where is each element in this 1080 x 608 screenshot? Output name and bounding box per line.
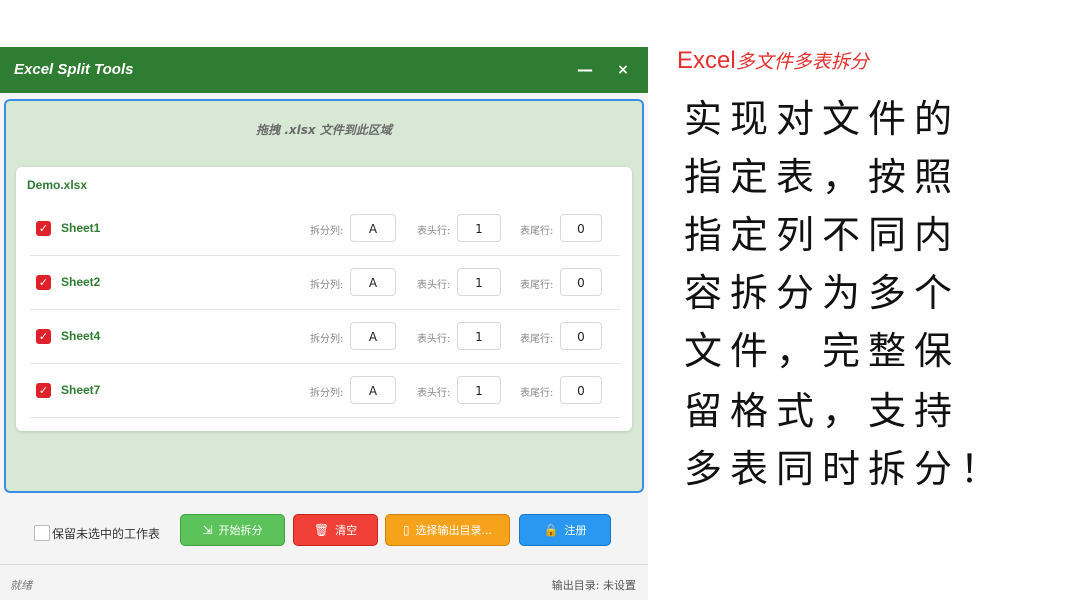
- footer-rows-input[interactable]: 0: [560, 322, 602, 350]
- sheet-name: Sheet7: [61, 383, 101, 397]
- split-col-label: 拆分列:: [310, 334, 344, 345]
- split-col-label: 拆分列:: [310, 226, 344, 237]
- keep-unselected-label[interactable]: 保留未选中的工作表: [52, 525, 160, 542]
- sheet-checkbox[interactable]: ✓: [36, 221, 51, 236]
- promo-title: Excel多文件多表拆分: [677, 47, 869, 75]
- trash-icon: 🗑: [313, 523, 330, 537]
- promo-line: 多表同时拆分！: [684, 447, 1007, 491]
- action-bar: 保留未选中的工作表 ⇲ 开始拆分 🗑 清空 ▯ 选择输出目录... 🔒 注册: [0, 497, 648, 561]
- sheet-checkbox[interactable]: ✓: [36, 275, 51, 290]
- keep-unselected-checkbox[interactable]: [34, 525, 50, 541]
- header-rows-label: 表头行:: [417, 280, 451, 291]
- promo-line: 实现对文件的: [684, 97, 961, 141]
- split-col-input[interactable]: A: [350, 376, 396, 404]
- promo-line: 容拆分为多个: [684, 271, 961, 315]
- footer-rows-label: 表尾行:: [520, 334, 554, 345]
- clear-button[interactable]: 🗑 清空: [293, 514, 378, 546]
- sheet-name: Sheet4: [61, 329, 101, 343]
- header-rows-label: 表头行:: [417, 226, 451, 237]
- promo-title-en: Excel: [677, 47, 736, 74]
- output-dir-status: 输出目录: 未设置: [551, 579, 636, 592]
- footer-rows-label: 表尾行:: [520, 226, 554, 237]
- promo-title-zh: 多文件多表拆分: [735, 51, 869, 73]
- register-button[interactable]: 🔒 注册: [519, 514, 611, 546]
- file-card: Demo.xlsx ✓ Sheet1 拆分列: A 表头行: 1 表尾行: 0 …: [16, 167, 632, 431]
- drop-zone[interactable]: 拖拽 .xlsx 文件到此区域 Demo.xlsx ✓ Sheet1 拆分列: …: [4, 99, 644, 493]
- promo-line: 指定表，按照: [684, 155, 961, 199]
- sheet-row: ✓ Sheet4 拆分列: A 表头行: 1 表尾行: 0: [30, 311, 620, 364]
- promo-line: 留格式，支持: [684, 389, 961, 433]
- sheet-row: ✓ Sheet2 拆分列: A 表头行: 1 表尾行: 0: [30, 257, 620, 310]
- start-split-button[interactable]: ⇲ 开始拆分: [180, 514, 285, 546]
- status-bar: 就绪 输出目录: 未设置: [0, 564, 648, 600]
- file-icon: ▯: [402, 523, 410, 537]
- sheet-checkbox[interactable]: ✓: [36, 383, 51, 398]
- sheet-row: ✓ Sheet1 拆分列: A 表头行: 1 表尾行: 0: [30, 203, 620, 256]
- register-label: 注册: [564, 524, 587, 537]
- close-button[interactable]: ×: [609, 56, 637, 84]
- footer-rows-input[interactable]: 0: [560, 214, 602, 242]
- drop-hint: 拖拽 .xlsx 文件到此区域: [256, 123, 392, 137]
- app-window: Excel Split Tools — × 拖拽 .xlsx 文件到此区域 De…: [0, 47, 648, 600]
- footer-rows-input[interactable]: 0: [560, 376, 602, 404]
- status-text: 就绪: [10, 579, 32, 592]
- promo-line: 文件，完整保: [684, 329, 961, 373]
- header-rows-input[interactable]: 1: [457, 214, 501, 242]
- sheet-row: ✓ Sheet7 拆分列: A 表头行: 1 表尾行: 0: [30, 365, 620, 418]
- minimize-button[interactable]: —: [571, 56, 599, 84]
- split-col-input[interactable]: A: [350, 214, 396, 242]
- choose-output-label: 选择输出目录...: [415, 524, 493, 537]
- start-split-label: 开始拆分: [218, 524, 263, 537]
- split-col-label: 拆分列:: [310, 280, 344, 291]
- header-rows-input[interactable]: 1: [457, 322, 501, 350]
- header-rows-label: 表头行:: [417, 388, 451, 399]
- window-title: Excel Split Tools: [14, 61, 134, 78]
- lock-icon: 🔒: [543, 523, 559, 537]
- header-rows-label: 表头行:: [417, 334, 451, 345]
- split-col-input[interactable]: A: [350, 322, 396, 350]
- header-rows-input[interactable]: 1: [457, 268, 501, 296]
- split-col-input[interactable]: A: [350, 268, 396, 296]
- sheet-name: Sheet2: [61, 275, 101, 289]
- export-icon: ⇲: [202, 523, 213, 537]
- footer-rows-label: 表尾行:: [520, 280, 554, 291]
- file-name: Demo.xlsx: [27, 178, 88, 192]
- split-col-label: 拆分列:: [310, 388, 344, 399]
- promo-line: 指定列不同内: [684, 213, 961, 257]
- footer-rows-label: 表尾行:: [520, 388, 554, 399]
- title-bar[interactable]: Excel Split Tools — ×: [0, 47, 648, 93]
- sheet-name: Sheet1: [61, 221, 101, 235]
- choose-output-button[interactable]: ▯ 选择输出目录...: [385, 514, 510, 546]
- clear-label: 清空: [335, 524, 358, 537]
- footer-rows-input[interactable]: 0: [560, 268, 602, 296]
- sheet-checkbox[interactable]: ✓: [36, 329, 51, 344]
- header-rows-input[interactable]: 1: [457, 376, 501, 404]
